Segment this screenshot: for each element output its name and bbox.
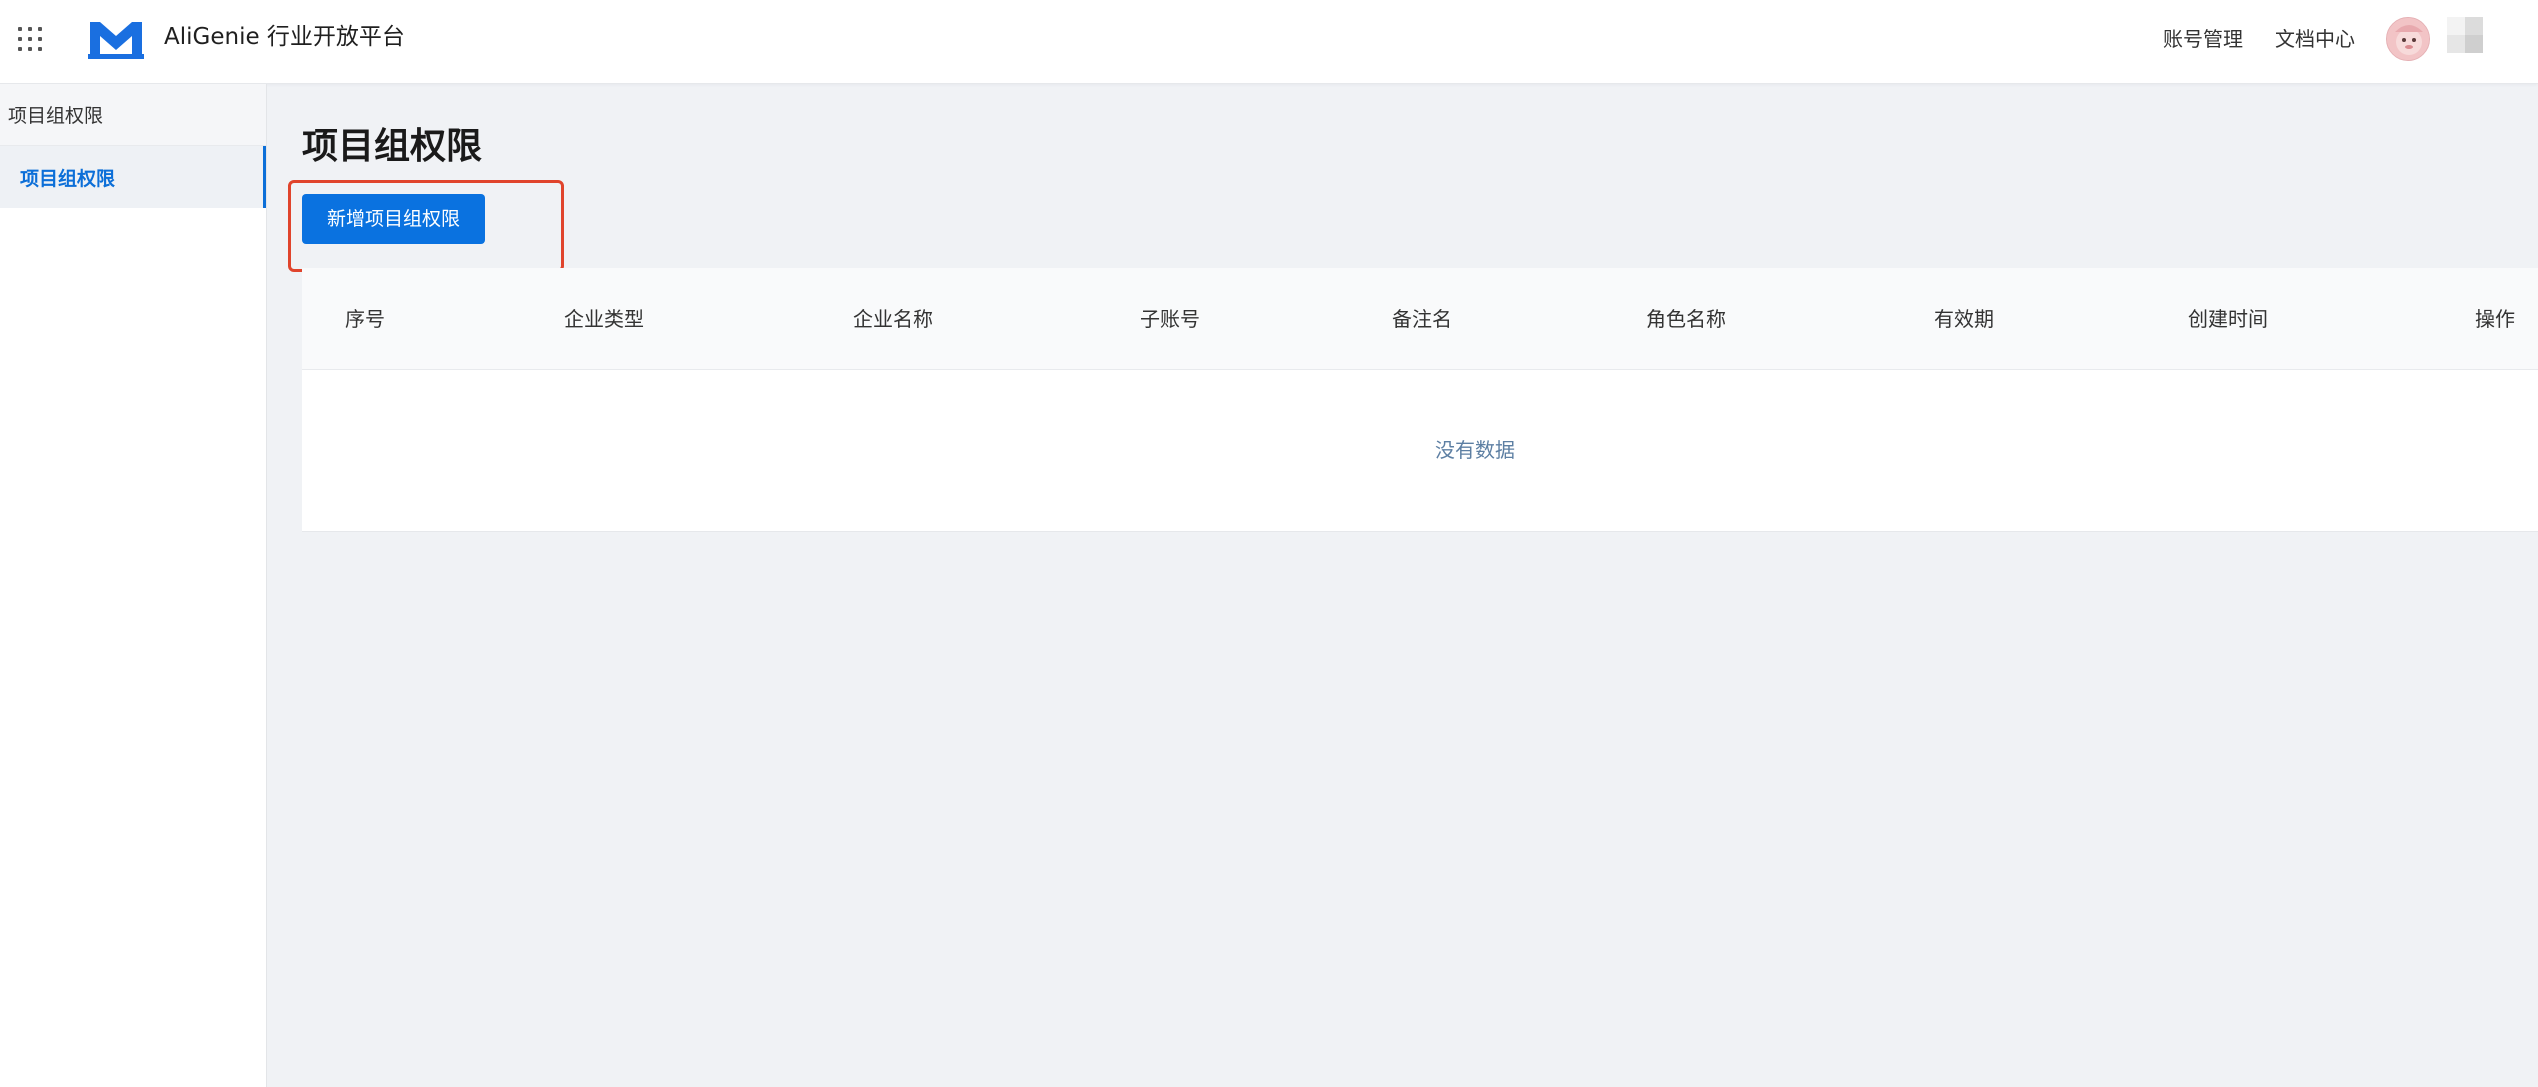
column-header-actions: 操作 [2475, 307, 2515, 331]
column-header-company-type: 企业类型 [564, 307, 644, 331]
app-grid-icon[interactable] [18, 27, 44, 53]
column-header-remark-name: 备注名 [1392, 307, 1452, 331]
user-avatar[interactable] [2386, 17, 2430, 61]
column-header-validity: 有效期 [1934, 307, 1994, 331]
column-header-role-name: 角色名称 [1646, 307, 1726, 331]
table-header: 序号 企业类型 企业名称 子账号 备注名 角色名称 有效期 创建时间 操作 [302, 268, 2538, 370]
avatar-face-icon [2387, 18, 2429, 60]
nav-account-management[interactable]: 账号管理 [2163, 25, 2243, 53]
aligenie-logo [88, 22, 144, 59]
brand-title: AliGenie 行业开放平台 [164, 24, 405, 50]
user-name-mosaic[interactable] [2445, 17, 2485, 53]
sidebar: 项目组权限 项目组权限 [0, 84, 267, 1087]
column-header-sub-account: 子账号 [1140, 307, 1200, 331]
column-header-index: 序号 [345, 307, 385, 331]
add-project-group-permission-button[interactable]: 新增项目组权限 [302, 194, 485, 244]
empty-table-message: 没有数据 [1435, 438, 1515, 462]
top-header: AliGenie 行业开放平台 账号管理 文档中心 [0, 0, 2538, 84]
column-header-company-name: 企业名称 [853, 307, 933, 331]
page-title: 项目组权限 [302, 126, 483, 167]
nav-doc-center[interactable]: 文档中心 [2275, 25, 2355, 53]
sidebar-group-title: 项目组权限 [0, 84, 266, 146]
column-header-created-time: 创建时间 [2188, 307, 2268, 331]
permission-table: 序号 企业类型 企业名称 子账号 备注名 角色名称 有效期 创建时间 操作 没有… [302, 268, 2538, 532]
sidebar-item-project-group-permission[interactable]: 项目组权限 [0, 146, 266, 208]
